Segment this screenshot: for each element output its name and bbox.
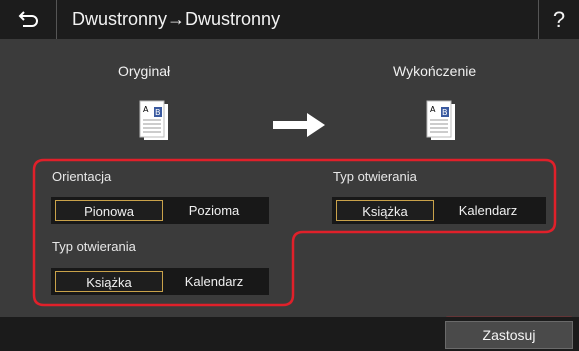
opening-type-option-calendar-right[interactable]: Kalendarz — [434, 200, 542, 221]
opening-type-segment-right: Książka Kalendarz — [332, 197, 546, 224]
orientation-option-landscape[interactable]: Pozioma — [163, 200, 265, 221]
opening-type-option-calendar-left[interactable]: Kalendarz — [163, 271, 265, 292]
opening-type-option-book-left[interactable]: Książka — [55, 271, 163, 292]
apply-button[interactable]: Zastosuj — [445, 321, 573, 349]
opening-type-label-left: Typ otwierania — [52, 239, 136, 254]
orientation-label: Orientacja — [52, 169, 112, 184]
orientation-option-portrait[interactable]: Pionowa — [55, 200, 163, 221]
opening-type-segment-left: Książka Kalendarz — [51, 268, 269, 295]
opening-type-label-right: Typ otwierania — [333, 169, 417, 184]
orientation-segment: Pionowa Pozioma — [51, 197, 269, 224]
opening-type-option-book-right[interactable]: Książka — [336, 200, 434, 221]
